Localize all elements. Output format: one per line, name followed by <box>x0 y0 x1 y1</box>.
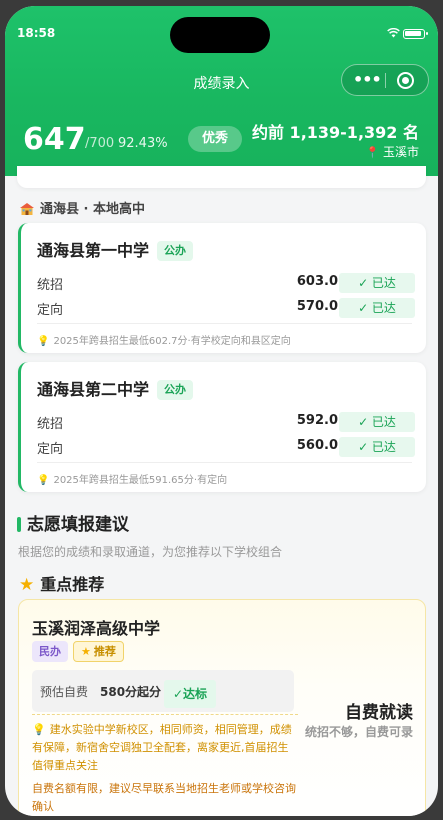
star-icon: ★ <box>19 575 35 595</box>
city-name: 玉溪市 <box>382 145 419 159</box>
key-recommend-title: ★ 重点推荐 <box>19 571 104 595</box>
school-house-icon <box>20 203 34 215</box>
row-label: 统招 <box>37 278 64 293</box>
recommend-warning: 自费名额有限，建议尽早联系当地招生老师或学校咨询确认 <box>32 782 296 813</box>
score-total: /700 <box>85 136 115 151</box>
status-badge: ✓ 已达 <box>339 298 415 318</box>
recommend-tags: 民办 ★ 推荐 <box>32 640 124 662</box>
status-time: 18:58 <box>17 26 56 40</box>
school-name: 通海县第一中学 公办 <box>37 237 194 261</box>
school-note-text: 2025年跨县招生最低591.65分·有定向 <box>53 475 228 486</box>
close-icon[interactable] <box>397 72 414 89</box>
school-card[interactable]: 通海县第二中学 公办 统招 592.0 ✓ 已达 定向 560.0 ✓ 已达 💡 2… <box>18 362 426 492</box>
school-name-text: 通海县第二中学 <box>37 380 150 399</box>
advice-subtitle: 根据您的成绩和录取通道，为您推荐以下学校组合 <box>18 545 283 559</box>
estimate-value: 580分起分 <box>100 685 162 699</box>
section-title: 通海县 · 本地高中 <box>19 198 145 217</box>
estimate-label: 预估自费 <box>40 685 89 699</box>
row-label: 定向 <box>37 303 64 318</box>
school-type-tag: 公办 <box>157 241 194 261</box>
school-note: 💡 2025年跨县招生最低602.7分·有学校定向和县区定向 <box>37 323 412 347</box>
lightbulb-icon: 💡 <box>32 723 46 736</box>
estimate-status-badge: ✓达标 <box>164 680 216 708</box>
advice-title: 志愿填报建议 <box>17 510 129 535</box>
phone-screen: 18:58 成绩录入 ••• 647 /700 92.43% 优秀 约前 1,1… <box>5 6 438 816</box>
battery-icon <box>403 29 428 39</box>
location-pin-icon: 📍 <box>365 146 380 159</box>
row-score: 570.0 <box>296 299 338 314</box>
star-icon: ★ <box>81 645 91 658</box>
level-badge: 优秀 <box>188 126 242 152</box>
city-label: 📍 玉溪市 <box>365 143 419 160</box>
school-name: 通海县第二中学 公办 <box>37 376 194 400</box>
key-recommend-text: 重点推荐 <box>40 575 105 594</box>
school-type-tag: 公办 <box>157 380 194 400</box>
lightbulb-icon: 💡 <box>37 336 50 347</box>
miniprogram-capsule[interactable]: ••• <box>341 64 429 96</box>
row-label: 定向 <box>37 442 64 457</box>
recommend-card[interactable]: 玉溪润泽高级中学 民办 ★ 推荐 预估自费 580分起分 ✓达标 自费就读 统招不够… <box>18 599 426 816</box>
dynamic-island <box>170 17 270 53</box>
score-percent: 92.43% <box>118 136 168 151</box>
score-summary: 647 /700 92.43% 优秀 约前 1,139-1,392 名 📍 玉溪… <box>5 108 438 170</box>
status-badge: ✓ 已达 <box>339 412 415 432</box>
recommend-tag-text: 推荐 <box>93 645 116 658</box>
status-badge: ✓ 已达 <box>339 437 415 457</box>
wifi-icon <box>387 28 400 38</box>
row-score: 560.0 <box>296 438 338 453</box>
private-tag: 民办 <box>32 641 68 662</box>
recommend-school-name: 玉溪润泽高级中学 <box>32 619 161 638</box>
rank-estimate: 约前 1,139-1,392 名 <box>251 123 419 142</box>
school-note-text: 2025年跨县招生最低602.7分·有学校定向和县区定向 <box>53 336 291 347</box>
more-icon[interactable]: ••• <box>353 72 382 88</box>
previous-card-edge <box>17 166 426 188</box>
recommend-note: 💡 建水实验中学新校区，相同师资，相同管理，成绩有保障，新宿舍空调独卫全配套，离家… <box>32 714 298 775</box>
lightbulb-icon: 💡 <box>37 475 50 486</box>
capsule-divider <box>385 73 386 88</box>
header-area: 18:58 成绩录入 ••• 647 /700 92.43% 优秀 约前 1,1… <box>5 6 438 176</box>
recommend-tag: ★ 推荐 <box>73 641 124 662</box>
school-note: 💡 2025年跨县招生最低591.65分·有定向 <box>37 462 412 486</box>
recommend-note-text: 建水实验中学新校区，相同师资，相同管理，成绩有保障，新宿舍空调独卫全配套，离家更… <box>32 723 292 772</box>
school-name-text: 通海县第一中学 <box>37 241 150 260</box>
admission-mode-note: 统招不够，自费可录 <box>304 725 413 739</box>
score-value: 647 <box>23 122 86 157</box>
status-badge: ✓ 已达 <box>339 273 415 293</box>
status-bar: 18:58 <box>5 6 438 58</box>
estimate-box: 预估自费 580分起分 ✓达标 <box>32 670 294 712</box>
section-title-text: 通海县 · 本地高中 <box>40 202 145 217</box>
admission-mode: 自费就读 <box>345 703 413 723</box>
row-score: 592.0 <box>296 413 338 428</box>
row-score: 603.0 <box>296 274 338 289</box>
school-card[interactable]: 通海县第一中学 公办 统招 603.0 ✓ 已达 定向 570.0 ✓ 已达 💡 2… <box>18 223 426 353</box>
row-label: 统招 <box>37 417 64 432</box>
